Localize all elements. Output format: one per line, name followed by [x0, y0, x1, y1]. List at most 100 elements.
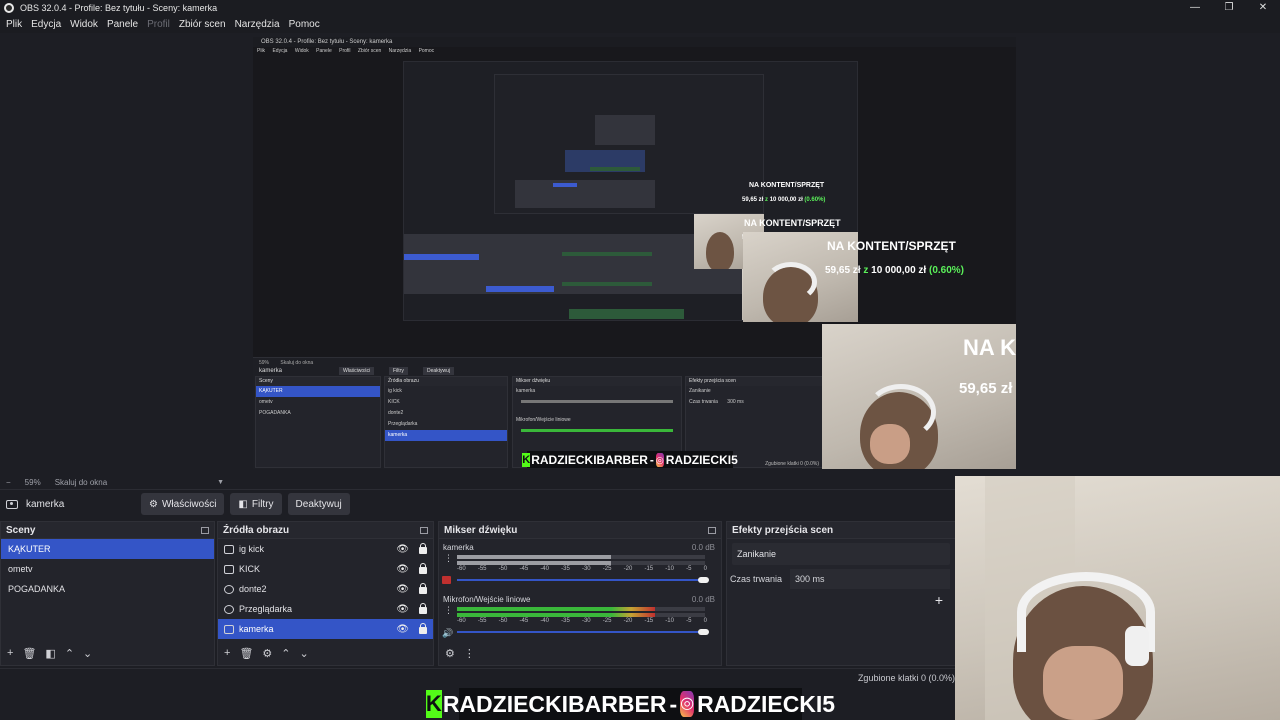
undock-icon[interactable]	[420, 526, 428, 534]
muted-speaker-icon[interactable]	[442, 576, 451, 584]
scene-filters-icon[interactable]: ◧	[45, 647, 55, 660]
nested-overlay-heading: NA KONTENT/SPRZĘT	[749, 182, 825, 189]
gear-icon[interactable]: ⚙	[262, 647, 272, 660]
scene-item-ometv[interactable]: ometv	[1, 559, 214, 579]
lock-icon[interactable]	[419, 583, 427, 594]
properties-button[interactable]: ⚙ Właściwości	[141, 493, 225, 515]
dropped-frames-status: Zgubione klatki 0 (0.0%)	[857, 673, 955, 683]
deactivate-button[interactable]: Deaktywuj	[287, 493, 350, 515]
source-label: ig kick	[239, 544, 265, 554]
trash-icon[interactable]: 🗑	[22, 647, 36, 660]
chevron-down-icon[interactable]: ▼	[217, 479, 224, 486]
lock-icon[interactable]	[419, 543, 427, 554]
preview-area[interactable]: OBS 32.0.4 - Profile: Bez tytułu - Sceny…	[0, 33, 1280, 474]
nested-source-item: KICK	[388, 399, 400, 405]
visibility-eye-icon[interactable]: 👁	[396, 544, 409, 555]
lock-icon[interactable]	[419, 623, 427, 634]
source-item-donte2[interactable]: donte2 👁	[218, 579, 433, 599]
db-tick-label: -25	[602, 566, 612, 572]
nested-panel-title: Mikser dźwięku	[513, 377, 681, 386]
db-tick-label: -40	[540, 618, 549, 624]
move-down-icon[interactable]: ⌄	[300, 647, 309, 660]
undock-icon[interactable]	[201, 526, 209, 534]
zoom-out-button[interactable]: −	[6, 478, 11, 487]
visibility-eye-icon[interactable]: 👁	[396, 624, 409, 635]
minimize-button[interactable]: —	[1178, 0, 1212, 15]
add-source-button[interactable]: +	[224, 647, 230, 659]
scene-item-kakuter[interactable]: KĄKUTER	[1, 539, 214, 559]
audio-mixer-dock: Mikser dźwięku kamerka 0.0 dB ⋮ -60 -55 -5…	[438, 521, 722, 666]
volume-slider-knob[interactable]	[698, 629, 709, 635]
window-controls: — ❐ ✕	[1178, 0, 1280, 15]
zoom-mode[interactable]: Skaluj do okna	[55, 478, 107, 487]
volume-slider[interactable]	[457, 579, 705, 581]
preview-canvas[interactable]: OBS 32.0.4 - Profile: Bez tytułu - Sceny…	[253, 37, 1016, 469]
globe-icon	[224, 584, 234, 594]
nested-overlay-amount: 59,65 zł z 10 000,00 zł (0.60%)	[742, 197, 825, 203]
menu-help[interactable]: Pomoc	[289, 19, 320, 30]
menu-docks[interactable]: Panele	[107, 19, 138, 30]
menu-tools[interactable]: Narzędzia	[235, 19, 280, 30]
menu-view[interactable]: Widok	[70, 19, 98, 30]
add-scene-button[interactable]: +	[7, 647, 13, 659]
nested-source-item: donte2	[388, 410, 404, 416]
nested-block	[486, 286, 554, 292]
nested-banner	[569, 309, 684, 319]
banner-ig-name: RADZIECKI5	[665, 452, 738, 467]
menu-edit[interactable]: Edycja	[31, 19, 61, 30]
banner-ig-name: RADZIECKI5	[697, 690, 836, 717]
nested-transition-duration: Czas trwania 300 ms	[686, 397, 822, 408]
level-meter	[457, 555, 705, 559]
scene-item-pogadanka[interactable]: POGADANKA	[1, 579, 214, 599]
menu-profile[interactable]: Profil	[147, 19, 170, 30]
trash-icon[interactable]: 🗑	[239, 647, 253, 660]
speaker-icon[interactable]: 🔊	[442, 628, 453, 638]
filters-label: Filtry	[251, 498, 274, 510]
nested-source-item: kamerka	[385, 430, 507, 441]
nested-overlay-heading: NA KONTENT/SPRZĘT	[744, 218, 841, 228]
filters-button[interactable]: ◧ Filtry	[230, 493, 282, 515]
channel-menu-icon[interactable]: ⋮	[444, 605, 453, 616]
lock-icon[interactable]	[419, 563, 427, 574]
mixer-settings-icon[interactable]: ⚙	[445, 647, 455, 660]
mixer-menu-icon[interactable]: ⋮	[464, 647, 475, 660]
mixer-channel-kamerka: kamerka 0.0 dB ⋮ -60 -55 -50 -45 -40 -35 -30 -2…	[439, 539, 721, 589]
db-tick-label: -25	[602, 618, 612, 624]
undock-icon[interactable]	[708, 526, 716, 534]
transition-select[interactable]: Zanikanie	[732, 543, 950, 565]
channel-name: Mikrofon/Wejście liniowe	[443, 595, 531, 604]
sources-dock-header: Źródła obrazu	[218, 522, 433, 539]
source-item-ig-kick[interactable]: ig kick 👁	[218, 539, 433, 559]
add-transition-button[interactable]: +	[935, 592, 943, 608]
source-item-przegladarka[interactable]: Przeglądarka 👁	[218, 599, 433, 619]
visibility-eye-icon[interactable]: 👁	[396, 564, 409, 575]
menu-file[interactable]: Plik	[6, 19, 22, 30]
amount-separator: z	[765, 197, 769, 203]
source-item-kamerka[interactable]: kamerka 👁	[218, 619, 433, 639]
maximize-button[interactable]: ❐	[1212, 0, 1246, 15]
db-tick-label: 0	[703, 618, 707, 624]
move-down-icon[interactable]: ⌄	[83, 647, 92, 660]
volume-slider-knob[interactable]	[698, 577, 709, 583]
source-label: kamerka	[239, 624, 274, 634]
banner-separator: -	[649, 452, 654, 467]
move-up-icon[interactable]: ⌃	[65, 647, 74, 660]
visibility-eye-icon[interactable]: 👁	[396, 604, 409, 615]
visibility-eye-icon[interactable]: 👁	[396, 584, 409, 595]
amount-current: 59,65 zł	[825, 265, 861, 276]
db-scale: -60 -55 -50 -45 -40 -35 -30 -25 -20 -15 -10 -5 0	[457, 618, 707, 624]
db-tick-label: 0	[703, 566, 707, 572]
volume-slider[interactable]	[457, 631, 705, 633]
zoom-value[interactable]: 59%	[25, 478, 41, 487]
close-button[interactable]: ✕	[1246, 0, 1280, 15]
nested-block	[404, 254, 479, 260]
menu-scene-collection[interactable]: Zbiór scen	[179, 19, 226, 30]
nested-scene-item: POGADANKA	[259, 410, 291, 416]
channel-menu-icon[interactable]: ⋮	[444, 553, 453, 564]
channel-db: 0.0 dB	[691, 543, 715, 552]
source-item-kick[interactable]: KICK 👁	[218, 559, 433, 579]
mixer-channel-mic: Mikrofon/Wejście liniowe 0.0 dB ⋮ -60 -55…	[439, 591, 721, 641]
move-up-icon[interactable]: ⌃	[281, 647, 290, 660]
duration-input[interactable]: 300 ms	[790, 569, 950, 589]
lock-icon[interactable]	[419, 603, 427, 614]
